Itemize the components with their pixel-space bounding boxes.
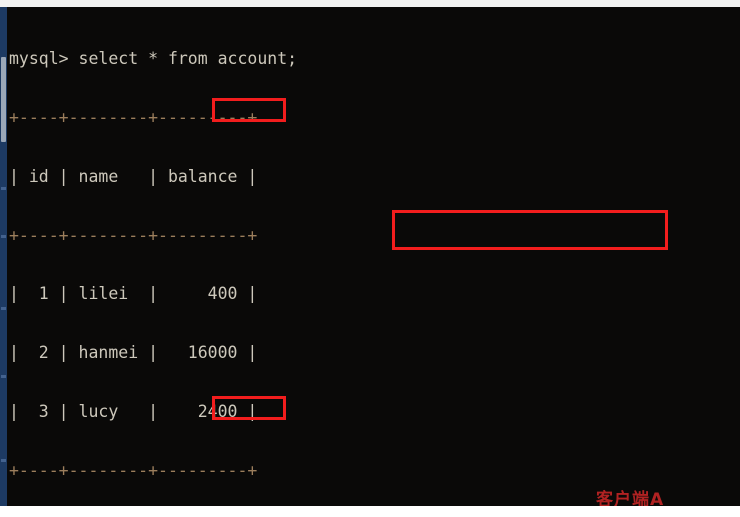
table-row: | 1 | lilei | 400 | bbox=[9, 284, 258, 304]
console-output[interactable]: mysql> select * from account; +----+----… bbox=[9, 10, 734, 506]
scrollbar-tick-1 bbox=[1, 187, 6, 190]
console-line: mysql> select * from account; bbox=[9, 49, 298, 69]
terminal-window: mysql> select * from account; +----+----… bbox=[0, 7, 740, 506]
scrollbar-tick-5 bbox=[1, 459, 6, 462]
scrollbar-tick-4 bbox=[1, 375, 6, 378]
table-header-row: | id | name | balance | bbox=[9, 166, 258, 186]
window-top-strip bbox=[0, 0, 740, 7]
scrollbar-tick-3 bbox=[1, 307, 6, 310]
terminal-screenshot: mysql> select * from account; +----+----… bbox=[0, 0, 740, 517]
table-row: | 2 | hanmei | 16000 | bbox=[9, 343, 258, 363]
scrollbar-tick-2 bbox=[1, 235, 6, 238]
table-rule: +----+--------+---------+ bbox=[9, 460, 258, 480]
client-annotation-label: 客户端A bbox=[596, 490, 665, 506]
table-row: | 3 | lucy | 2400 | bbox=[9, 401, 258, 421]
scrollbar-thumb[interactable] bbox=[1, 57, 6, 142]
table-rule: +----+--------+---------+ bbox=[9, 107, 258, 127]
table-rule: +----+--------+---------+ bbox=[9, 225, 258, 245]
vertical-scrollbar[interactable] bbox=[0, 7, 7, 506]
